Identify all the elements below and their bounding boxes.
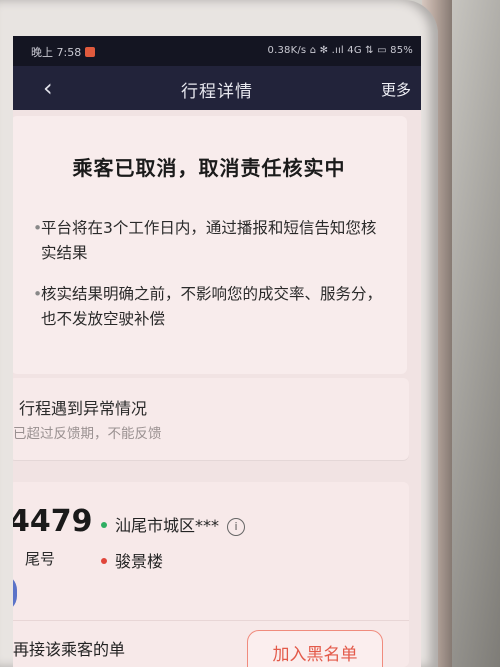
destination-dot-icon [101, 558, 107, 564]
status-indicators: 0.38K/s ⌂ ✻ .ııl 4G ⇅ ▭ 85% [267, 45, 413, 56]
bullet-dot: • [33, 219, 43, 237]
destination-location: 骏景楼 [101, 548, 163, 572]
app-notification-icon [85, 47, 96, 57]
origin-text: 汕尾市城区*** [115, 516, 220, 535]
origin-location: 汕尾市城区*** i [101, 512, 246, 536]
page-title: 行程详情 [181, 82, 253, 102]
avatar[interactable] [13, 574, 17, 612]
abnormal-trip-card[interactable]: 行程遇到异常情况 已超过反馈期，不能反馈 [13, 378, 409, 460]
divider [13, 620, 409, 621]
tail-number-label: 尾号 [25, 550, 56, 568]
more-button[interactable]: 更多 [381, 79, 411, 100]
cancel-bullet: • 核实结果明确之前，不影响您的成交率、服务分，也不发放空驶补偿 [33, 282, 386, 332]
cancel-status-card: 乘客已取消，取消责任核实中 • 平台将在3个工作日内，通过播报和短信告知您核实结… [13, 116, 407, 374]
cancel-heading: 乘客已取消，取消责任核实中 [72, 156, 346, 180]
abnormal-trip-subtitle: 已超过反馈期，不能反馈 [13, 426, 162, 442]
passenger-tail-number: 4479 [13, 504, 93, 539]
passenger-card: 4479 尾号 汕尾市城区*** i 骏景楼 再接该乘客的单 加入黑名单 [13, 482, 409, 667]
status-bar: 晚上 7:58 0.38K/s ⌂ ✻ .ııl 4G ⇅ ▭ 85% [13, 36, 421, 66]
destination-text: 骏景楼 [115, 552, 164, 571]
reaccept-label: 再接该乘客的单 [13, 640, 126, 659]
origin-dot-icon [101, 522, 107, 528]
cancel-bullet-text: 核实结果明确之前，不影响您的成交率、服务分，也不发放空驶补偿 [41, 285, 383, 328]
bullet-dot: • [33, 285, 43, 303]
cancel-bullet-text: 平台将在3个工作日内，通过播报和短信告知您核实结果 [41, 219, 377, 262]
status-time: 晚上 7:58 [31, 44, 96, 60]
abnormal-trip-title: 行程遇到异常情况 [19, 399, 148, 418]
info-icon[interactable]: i [227, 518, 246, 536]
title-bar: ‹ 行程详情 更多 [13, 66, 421, 110]
add-to-blacklist-button[interactable]: 加入黑名单 [247, 630, 383, 667]
cancel-bullet: • 平台将在3个工作日内，通过播报和短信告知您核实结果 [33, 216, 386, 266]
screen: 晚上 7:58 0.38K/s ⌂ ✻ .ııl 4G ⇅ ▭ 85% ‹ 行程… [13, 36, 421, 667]
status-time-text: 晚上 7:58 [31, 46, 82, 59]
phone-frame: 晚上 7:58 0.38K/s ⌂ ✻ .ııl 4G ⇅ ▭ 85% ‹ 行程… [0, 0, 438, 667]
content: 乘客已取消，取消责任核实中 • 平台将在3个工作日内，通过播报和短信告知您核实结… [13, 110, 421, 667]
